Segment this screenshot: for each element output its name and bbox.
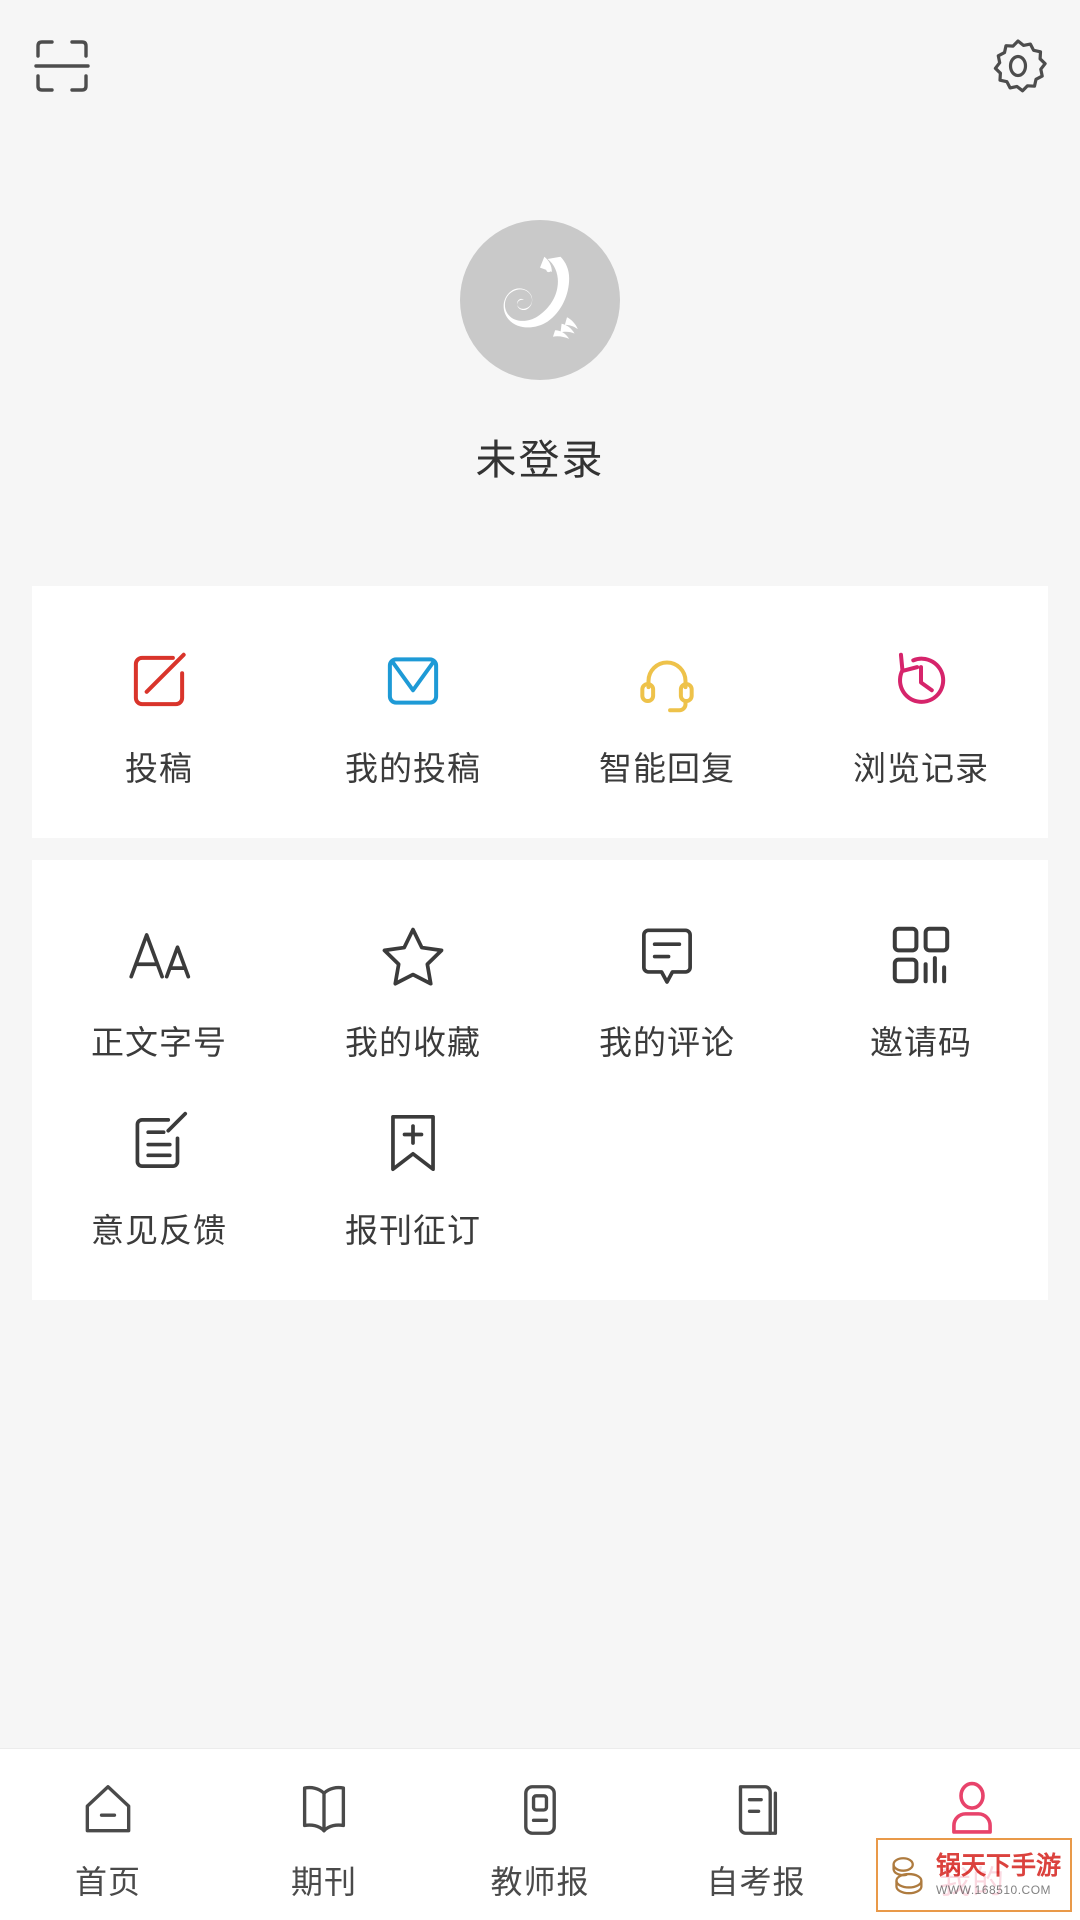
history-clock-icon bbox=[884, 642, 958, 720]
menu-item-browse-history[interactable]: 浏览记录 bbox=[794, 620, 1048, 808]
menu-item-my-favorites[interactable]: 我的收藏 bbox=[286, 894, 540, 1082]
tab-label: 自考报 bbox=[706, 1863, 806, 1900]
headset-icon bbox=[630, 642, 704, 720]
tab-label: 期刊 bbox=[290, 1863, 357, 1900]
newspaper-icon bbox=[725, 1767, 787, 1841]
tab-home[interactable]: 首页 bbox=[0, 1767, 216, 1903]
menu-item-label: 意见反馈 bbox=[91, 1212, 227, 1249]
menu-item-label: 浏览记录 bbox=[853, 750, 989, 787]
comment-bubble-icon bbox=[630, 916, 704, 994]
menu-item-label: 我的投稿 bbox=[345, 750, 481, 787]
menu-item-label: 邀请码 bbox=[870, 1024, 972, 1061]
menu-item-feedback[interactable]: 意见反馈 bbox=[32, 1082, 286, 1270]
tab-label: 教师报 bbox=[490, 1863, 590, 1900]
menu-item-label: 我的评论 bbox=[599, 1024, 735, 1061]
tab-self-study-paper[interactable]: 自考报 bbox=[648, 1767, 864, 1903]
menu-item-label: 正文字号 bbox=[91, 1024, 227, 1061]
watermark-overlay: 锅天下手游 WWW.168510.COM bbox=[876, 1838, 1072, 1912]
menu-item-label: 报刊征订 bbox=[345, 1212, 481, 1249]
menu-cards: 投稿 我的投稿 智能回复 浏览记录 正文字号 我的收藏 我的评论 邀请码 意见反… bbox=[0, 586, 1080, 1322]
font-size-aa-icon bbox=[122, 916, 196, 994]
feedback-note-icon bbox=[122, 1104, 196, 1182]
news-card-icon bbox=[509, 1767, 571, 1841]
menu-item-label: 智能回复 bbox=[599, 750, 735, 787]
bird-logo-avatar bbox=[503, 256, 578, 339]
tab-label: 首页 bbox=[74, 1863, 141, 1900]
tab-teacher-paper[interactable]: 教师报 bbox=[432, 1767, 648, 1903]
star-icon bbox=[376, 916, 450, 994]
app-screen: 未登录 投稿 我的投稿 智能回复 浏览记录 正文字号 我的收藏 我的评论 邀请码… bbox=[0, 0, 1080, 1920]
menu-item-submit[interactable]: 投稿 bbox=[32, 620, 286, 808]
profile-section[interactable]: 未登录 bbox=[0, 132, 1080, 486]
menu-item-invite-code[interactable]: 邀请码 bbox=[794, 894, 1048, 1082]
watermark-url: WWW.168510.COM bbox=[936, 1882, 1052, 1897]
tab-journal[interactable]: 期刊 bbox=[216, 1767, 432, 1903]
menu-item-subscription[interactable]: 报刊征订 bbox=[286, 1082, 540, 1270]
gear-icon[interactable] bbox=[986, 34, 1050, 98]
avatar[interactable] bbox=[460, 220, 620, 380]
menu-item-label: 投稿 bbox=[125, 750, 193, 787]
bookmark-plus-icon bbox=[376, 1104, 450, 1182]
menu-item-smart-reply[interactable]: 智能回复 bbox=[540, 620, 794, 808]
menu-item-font-size[interactable]: 正文字号 bbox=[32, 894, 286, 1082]
menu-item-my-submissions[interactable]: 我的投稿 bbox=[286, 620, 540, 808]
card-secondary-actions: 正文字号 我的收藏 我的评论 邀请码 意见反馈 报刊征订 bbox=[32, 860, 1048, 1300]
username-label: 未登录 bbox=[475, 437, 605, 483]
coins-icon bbox=[892, 1857, 923, 1895]
menu-item-label: 我的收藏 bbox=[345, 1024, 481, 1061]
top-bar bbox=[0, 0, 1080, 132]
open-book-icon bbox=[293, 1767, 355, 1841]
user-person-icon bbox=[941, 1767, 1003, 1841]
home-icon bbox=[77, 1767, 139, 1841]
watermark-title: 锅天下手游 bbox=[936, 1851, 1062, 1881]
menu-item-my-comments[interactable]: 我的评论 bbox=[540, 894, 794, 1082]
envelope-icon bbox=[376, 642, 450, 720]
qr-code-icon bbox=[884, 916, 958, 994]
scan-code-icon[interactable] bbox=[30, 34, 94, 98]
edit-square-icon bbox=[122, 642, 196, 720]
card-primary-actions: 投稿 我的投稿 智能回复 浏览记录 bbox=[32, 586, 1048, 838]
